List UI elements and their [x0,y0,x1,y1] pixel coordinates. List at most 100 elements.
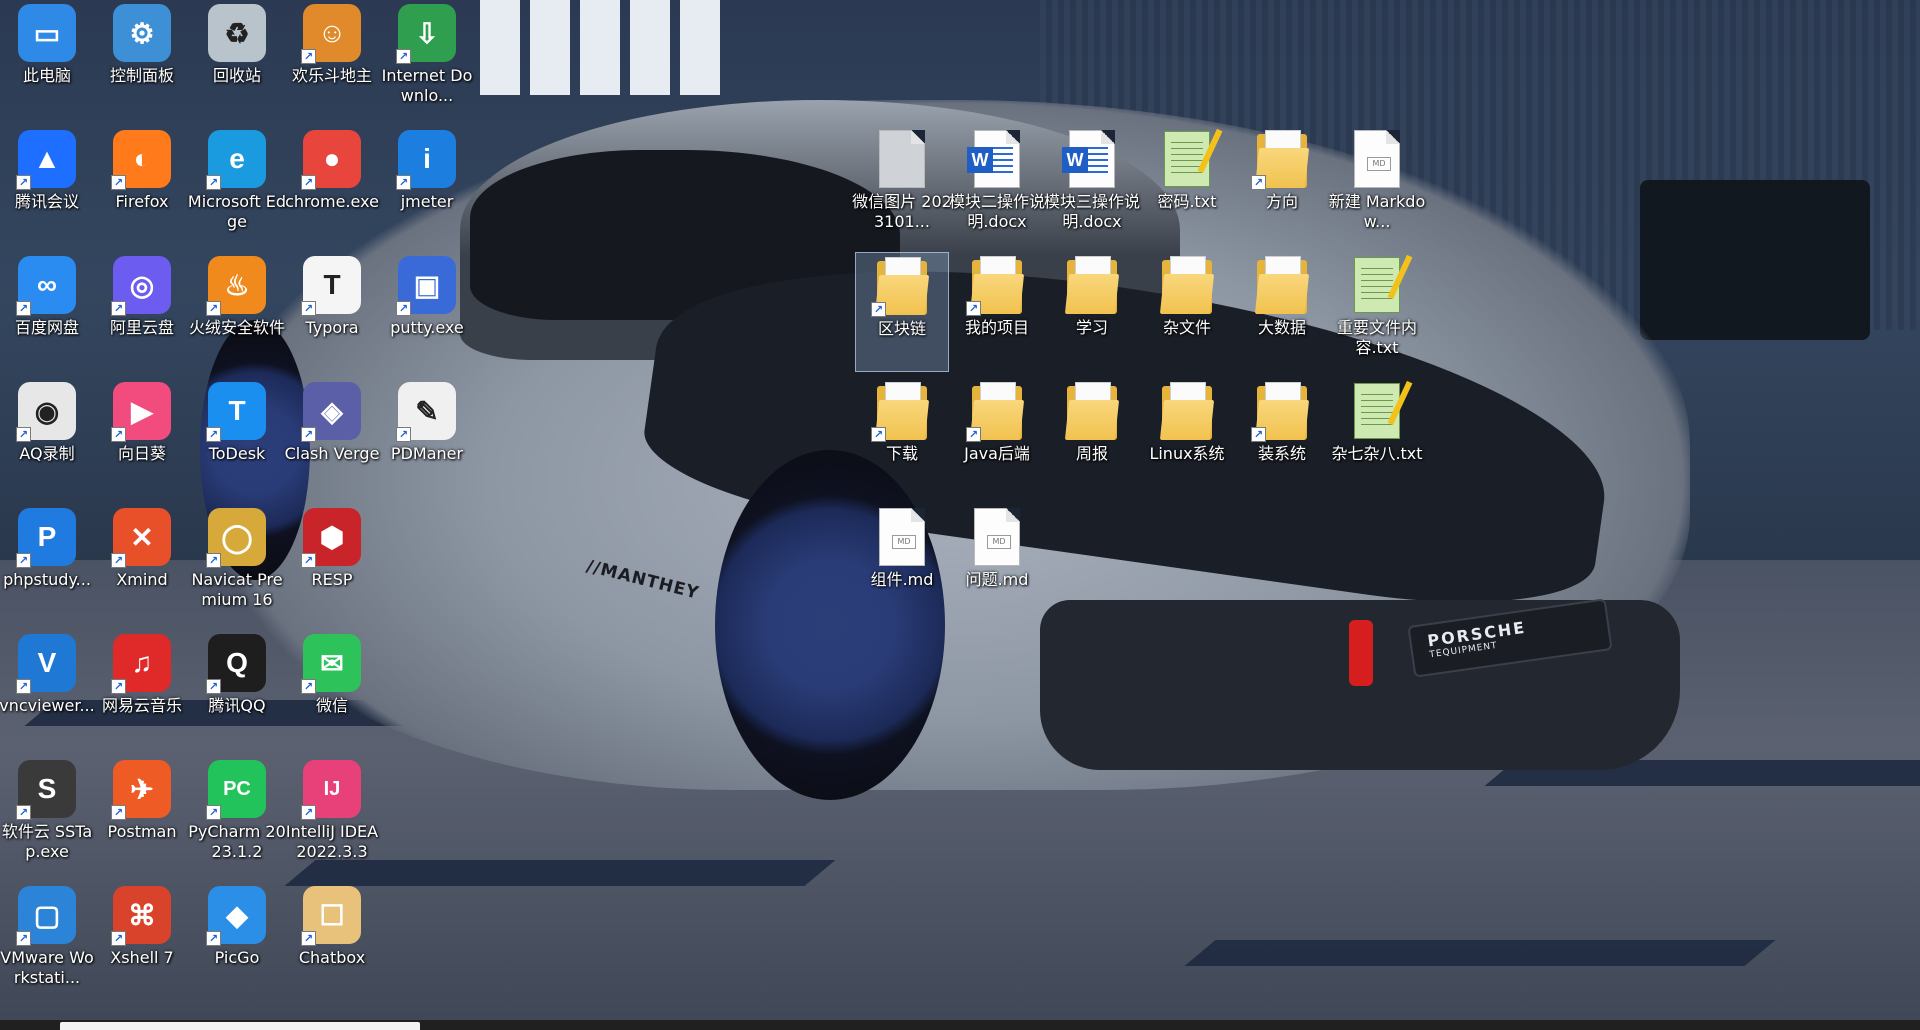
desktop-icon[interactable]: ♨ ↗ 火绒安全软件 [189,252,285,372]
document-corner [1006,508,1020,522]
desktop-icon[interactable]: ♻ 回收站 [190,0,284,120]
desktop-icon[interactable]: 大数据 [1235,252,1329,372]
desktop-icon[interactable]: ▲ ↗ 腾讯会议 [0,126,94,246]
desktop-icon[interactable]: W 模块三操作说明.docx [1044,126,1140,246]
desktop-icon[interactable]: i ↗ jmeter [380,126,474,246]
shortcut-arrow-icon: ↗ [111,679,126,694]
postman-icon: ✈ ↗ [111,758,173,820]
desktop-icon[interactable]: ✕ ↗ Xmind [95,504,189,624]
desktop-icon[interactable]: ✉ ↗ 微信 [285,630,379,750]
desktop-icon[interactable]: ⬢ ↗ RESP [285,504,379,624]
desktop-icon[interactable]: T ↗ Typora [285,252,379,372]
desktop-icon[interactable]: ▶ ↗ 向日葵 [95,378,189,498]
chrome-icon: ● ↗ [301,128,363,190]
desktop-icon[interactable]: P ↗ phpstudy... [0,504,94,624]
vncviewer-icon: V ↗ [16,632,78,694]
desktop-icon-label: 百度网盘 [14,318,79,337]
desktop-icon-label: 软件云 SSTap.exe [1,822,93,861]
internet-download-manager-icon: ⇩ ↗ [396,2,458,64]
desktop-icon[interactable]: e ↗ Microsoft Edge [188,126,286,246]
desktop-icon[interactable]: ◉ ↗ AQ录制 [0,378,94,498]
shortcut-arrow-icon: ↗ [1251,427,1266,442]
desktop-icon[interactable]: ↗ 区块链 [855,252,949,372]
desktop-icon[interactable]: 学习 [1045,252,1139,372]
aliyun-drive-icon: ◎ ↗ [111,254,173,316]
desktop-icon[interactable]: ◎ ↗ 阿里云盘 [95,252,189,372]
document-corner [1386,130,1400,144]
qq-icon: Q ↗ [206,632,268,694]
desktop-icon[interactable]: W 模块二操作说明.docx [949,126,1045,246]
desktop-icon[interactable]: ✈ ↗ Postman [95,756,189,876]
desktop-icon[interactable]: ↗ 装系统 [1235,378,1329,498]
desktop-icon-label: 方向 [1265,192,1298,211]
desktop-icon[interactable]: 重要文件内容.txt [1330,252,1424,372]
pencil-graphic [1197,128,1223,174]
desktop-icon[interactable]: ☐ ↗ Chatbox [285,882,379,1002]
desktop-icon[interactable]: ⇩ ↗ Internet Downlo... [380,0,474,120]
desktop-icon[interactable]: 微信图片 2023101... [852,126,952,246]
intellij-icon: IJ ↗ [301,758,363,820]
desktop-icon[interactable]: MD 问题.md [950,504,1044,624]
desktop-icon[interactable]: 杂七杂八.txt [1330,378,1424,498]
shortcut-arrow-icon: ↗ [111,931,126,946]
desktop-icon[interactable]: ⚙ 控制面板 [95,0,189,120]
document-corner [911,130,925,144]
desktop-icon[interactable]: T ↗ ToDesk [190,378,284,498]
desktop-icon-label: 微信图片 2023101... [852,192,952,231]
desktop-icon-label: 杂文件 [1162,318,1211,337]
folder-front [1064,274,1120,314]
desktop-icon[interactable]: ◐ ↗ Firefox [95,126,189,246]
desktop-icon[interactable]: ⌘ ↗ Xshell 7 [95,882,189,1002]
desktop-icon[interactable]: ♫ ↗ 网易云音乐 [95,630,189,750]
desktop-icon[interactable]: ↗ Java后端 [950,378,1044,498]
desktop-icon[interactable]: ◈ ↗ Clash Verge [285,378,379,498]
shortcut-arrow-icon: ↗ [206,679,221,694]
desktop-icon[interactable]: ↗ 下载 [855,378,949,498]
desktop-icon[interactable]: ▭ 此电脑 [0,0,94,120]
md-badge: MD [987,535,1011,549]
desktop-icon[interactable]: ▢ ↗ VMware Workstati... [0,882,94,1002]
desktop-icon[interactable]: Q ↗ 腾讯QQ [190,630,284,750]
folder-icon: ↗ [1251,380,1313,442]
desktop-icon[interactable]: ▣ ↗ putty.exe [380,252,474,372]
desktop-icon[interactable]: IJ ↗ IntelliJ IDEA 2022.3.3 [285,756,379,876]
desktop-icon[interactable]: 周报 [1045,378,1139,498]
desktop-icon[interactable]: MD 组件.md [855,504,949,624]
shortcut-arrow-icon: ↗ [396,427,411,442]
desktop-icon[interactable]: ● ↗ chrome.exe [285,126,379,246]
desktop-icon[interactable]: S ↗ 软件云 SSTap.exe [0,756,94,876]
desktop-icon[interactable]: ↗ 方向 [1235,126,1329,246]
shortcut-arrow-icon: ↗ [301,805,316,820]
desktop-icon-label: Chatbox [298,948,366,967]
desktop-icon[interactable]: MD 新建 Markdow... [1328,126,1426,246]
taskbar-search-box[interactable] [60,1022,420,1030]
desktop-icon[interactable]: ✎ ↗ PDManer [380,378,474,498]
desktop-icon[interactable]: PC ↗ PyCharm 2023.1.2 [188,756,286,876]
wechat-icon: ✉ ↗ [301,632,363,694]
notepad-graphic [1354,380,1413,439]
xshell-icon: ⌘ ↗ [111,884,173,946]
desktop-icon-label: 控制面板 [109,66,174,85]
shortcut-arrow-icon: ↗ [301,175,316,190]
desktop-icon[interactable]: ◆ ↗ PicGo [190,882,284,1002]
desktop-icon[interactable]: ☺ ↗ 欢乐斗地主 [285,0,379,120]
firefox-icon: ◐ ↗ [111,128,173,190]
desktop-icon[interactable]: ↗ 我的项目 [950,252,1044,372]
document-graphic: MD [879,508,925,566]
shortcut-arrow-icon: ↗ [301,553,316,568]
desktop-icon-label: 向日葵 [117,444,166,463]
folder-front [1159,400,1215,440]
wallpaper-floor-stripe [1184,940,1776,966]
desktop-icon[interactable]: Linux系统 [1140,378,1234,498]
desktop-icon[interactable]: ∞ ↗ 百度网盘 [0,252,94,372]
desktop-icon[interactable]: 密码.txt [1140,126,1234,246]
desktop-icon[interactable]: 杂文件 [1140,252,1234,372]
desktop-icon-label: PDManer [390,444,464,463]
desktop-icon-label: 新建 Markdow... [1328,192,1426,231]
desktop-icon[interactable]: V ↗ vncviewer... [0,630,95,750]
desktop-icon[interactable]: ◯ ↗ Navicat Premium 16 [190,504,284,624]
taskbar[interactable] [0,1020,1920,1030]
typora-icon: T ↗ [301,254,363,316]
doudizhu-icon: ☺ ↗ [301,2,363,64]
shortcut-arrow-icon: ↗ [16,931,31,946]
